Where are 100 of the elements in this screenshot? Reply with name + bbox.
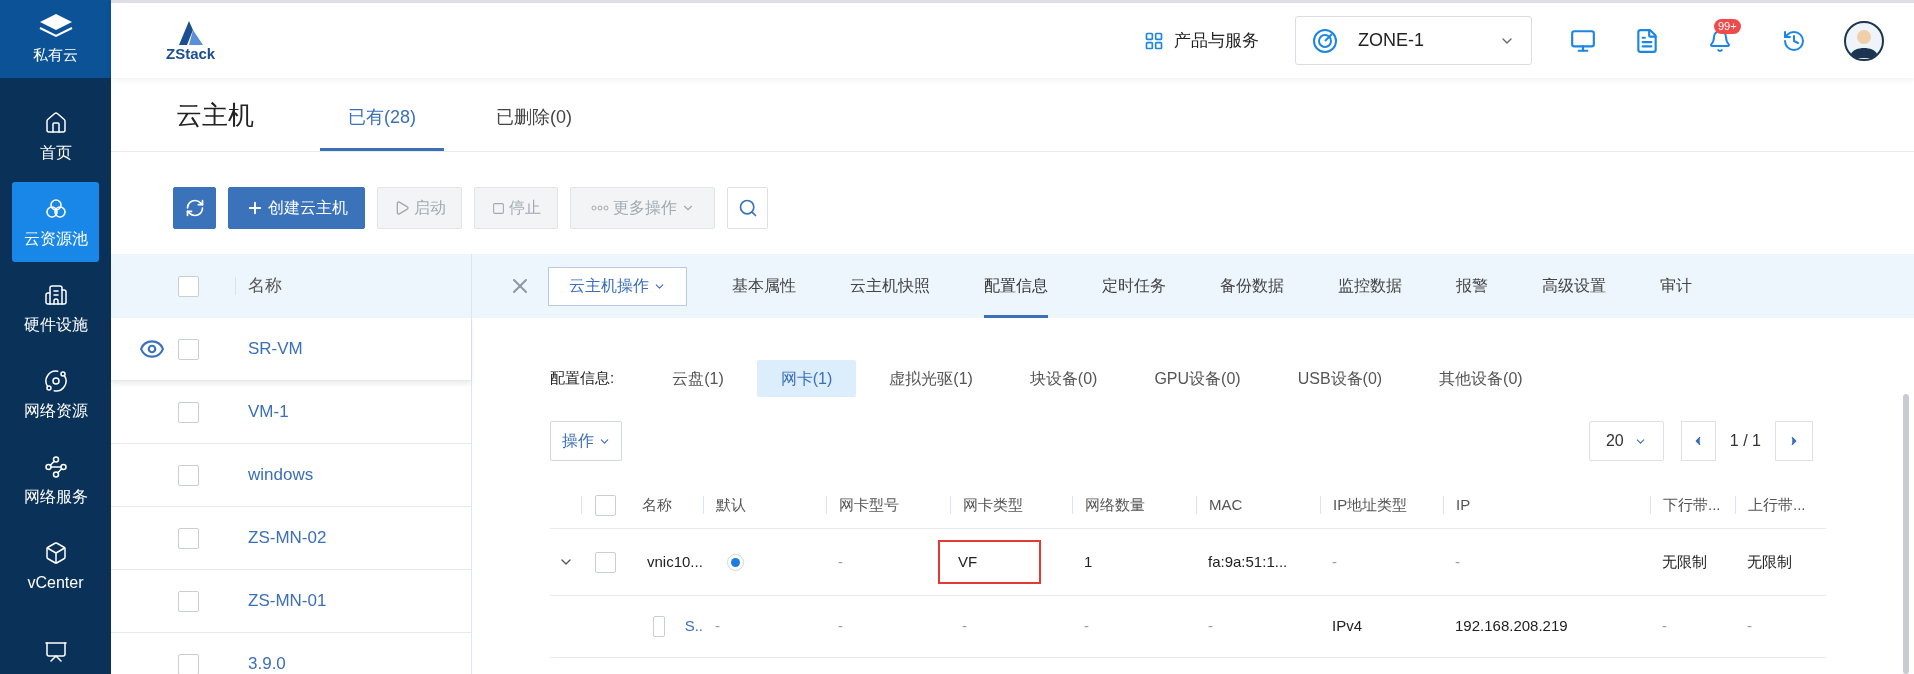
nodes-icon <box>43 455 68 479</box>
table-cell-text: 无限制 <box>1747 551 1792 572</box>
sub-tab[interactable]: 网卡(1) <box>756 360 857 397</box>
detail-tab[interactable]: 高级设置 <box>1542 254 1606 318</box>
history-icon[interactable] <box>1782 28 1806 53</box>
sub-tab[interactable]: 虚拟光驱(1) <box>865 360 997 397</box>
detail-tab[interactable]: 定时任务 <box>1102 254 1166 318</box>
table-cell-text: - <box>838 551 843 572</box>
brand-label: 私有云 <box>33 44 78 65</box>
brand-block[interactable]: 私有云 <box>0 0 111 78</box>
detail-tab[interactable]: 云主机快照 <box>850 254 930 318</box>
refresh-button[interactable] <box>173 187 216 229</box>
detail-tab[interactable]: 监控数据 <box>1338 254 1402 318</box>
table-cell-text: - <box>1662 616 1667 637</box>
column-header: 网卡型号 <box>839 494 899 515</box>
square-icon <box>491 201 505 215</box>
sub-tab[interactable]: GPU设备(0) <box>1130 360 1265 397</box>
table-cell-text: vnic10... <box>647 551 703 572</box>
building-icon <box>43 283 68 307</box>
sidebar-item[interactable]: 网络资源 <box>12 354 99 434</box>
refresh-icon <box>184 198 205 218</box>
vm-name-link[interactable]: ZS-MN-02 <box>248 525 327 551</box>
table-cell-text: - <box>1084 616 1089 637</box>
products-services-button[interactable]: 产品与服务 <box>1144 27 1259 54</box>
checkbox[interactable] <box>178 275 199 297</box>
vm-row[interactable]: ZS-MN-02 <box>111 507 471 570</box>
checkbox[interactable] <box>178 527 199 549</box>
monitor-icon[interactable] <box>1570 27 1596 54</box>
column-header: 默认 <box>716 494 746 515</box>
column-header: 网卡类型 <box>963 494 1023 515</box>
vm-actions-dropdown[interactable]: 云主机操作 <box>548 266 687 306</box>
checkbox[interactable] <box>178 338 199 360</box>
sidebar-item[interactable]: 网络服务 <box>12 440 99 520</box>
create-button[interactable]: 创建云主机 <box>228 187 365 229</box>
sidebar-item[interactable]: 首页 <box>12 96 99 176</box>
document-icon[interactable] <box>1634 27 1660 54</box>
scrollbar[interactable] <box>1903 394 1909 674</box>
table-cell-text: IPv4 <box>1332 616 1362 637</box>
checkbox[interactable] <box>653 616 665 637</box>
notification-badge: 99+ <box>1714 18 1741 34</box>
page-tab[interactable]: 已有(28) <box>320 101 444 151</box>
vm-row[interactable]: 3.9.0 <box>111 633 471 674</box>
detail-tab[interactable]: 基本属性 <box>732 254 796 318</box>
zstack-logo[interactable]: ZStack <box>166 20 216 61</box>
column-header: MAC <box>1209 494 1243 515</box>
detail-tab[interactable]: 备份数据 <box>1220 254 1284 318</box>
avatar[interactable] <box>1844 20 1884 61</box>
operation-dropdown[interactable]: 操作 <box>550 421 622 461</box>
checkbox[interactable] <box>595 494 616 516</box>
radar-icon <box>1312 27 1338 54</box>
sidebar-item[interactable]: vCenter <box>12 526 99 606</box>
column-header: 上行带... <box>1748 494 1806 515</box>
checkbox[interactable] <box>178 401 199 423</box>
vm-name-link[interactable]: 3.9.0 <box>248 651 286 674</box>
column-header: 名称 <box>642 494 672 515</box>
detail-tab[interactable]: 审计 <box>1660 254 1692 318</box>
search-button[interactable] <box>727 187 768 229</box>
ip-name-link[interactable]: S.. <box>684 615 703 638</box>
table-cell-text: - <box>1455 551 1460 572</box>
sub-tab[interactable]: USB设备(0) <box>1273 360 1407 397</box>
sub-tab[interactable]: 块设备(0) <box>1005 360 1122 397</box>
vm-row[interactable]: SR-VM <box>111 318 471 381</box>
default-radio[interactable] <box>727 553 744 571</box>
table-cell-text: fa:9a:51:1... <box>1208 551 1288 572</box>
zone-select[interactable]: ZONE-1 <box>1295 16 1532 65</box>
detail-tab[interactable]: 报警 <box>1456 254 1488 318</box>
orbit-icon <box>43 369 68 393</box>
page-size-select[interactable]: 20 <box>1588 421 1664 461</box>
column-header: IP <box>1456 494 1471 515</box>
checkbox[interactable] <box>178 653 199 674</box>
previous-page-button[interactable] <box>1680 421 1716 461</box>
page-title: 云主机 <box>176 99 254 132</box>
page-tab[interactable]: 已删除(0) <box>472 101 596 151</box>
page-indicator: 1 / 1 <box>1729 431 1761 451</box>
column-header: 名称 <box>248 275 282 298</box>
checkbox[interactable] <box>595 551 616 573</box>
cube-icon <box>43 541 68 565</box>
vm-row[interactable]: VM-1 <box>111 381 471 444</box>
sidebar-item[interactable]: 云资源池 <box>12 182 99 262</box>
table-cell-text: - <box>838 616 843 637</box>
column-header: IP地址类型 <box>1333 494 1408 515</box>
checkbox[interactable] <box>178 464 199 486</box>
section-label: 配置信息: <box>550 368 615 389</box>
detail-tab[interactable]: 配置信息 <box>984 254 1048 318</box>
table-cell-text: - <box>1332 551 1337 572</box>
logo-icon <box>176 20 205 46</box>
vm-name-link[interactable]: windows <box>248 462 314 488</box>
sidebar-item[interactable]: 硬件设施 <box>12 268 99 348</box>
sub-tab[interactable]: 其他设备(0) <box>1415 360 1547 397</box>
vm-row[interactable]: ZS-MN-01 <box>111 570 471 633</box>
checkbox[interactable] <box>178 590 199 612</box>
table-cell-text: - <box>1747 616 1752 637</box>
table-cell-text: - <box>1208 616 1213 637</box>
vm-name-link[interactable]: ZS-MN-01 <box>248 588 327 614</box>
next-page-button[interactable] <box>1775 421 1813 461</box>
sub-tab[interactable]: 云盘(1) <box>648 360 748 397</box>
vm-name-link[interactable]: VM-1 <box>248 399 289 425</box>
vm-name-link[interactable]: SR-VM <box>248 336 303 362</box>
table-cell-text: 192.168.208.219 <box>1455 616 1568 637</box>
vm-row[interactable]: windows <box>111 444 471 507</box>
